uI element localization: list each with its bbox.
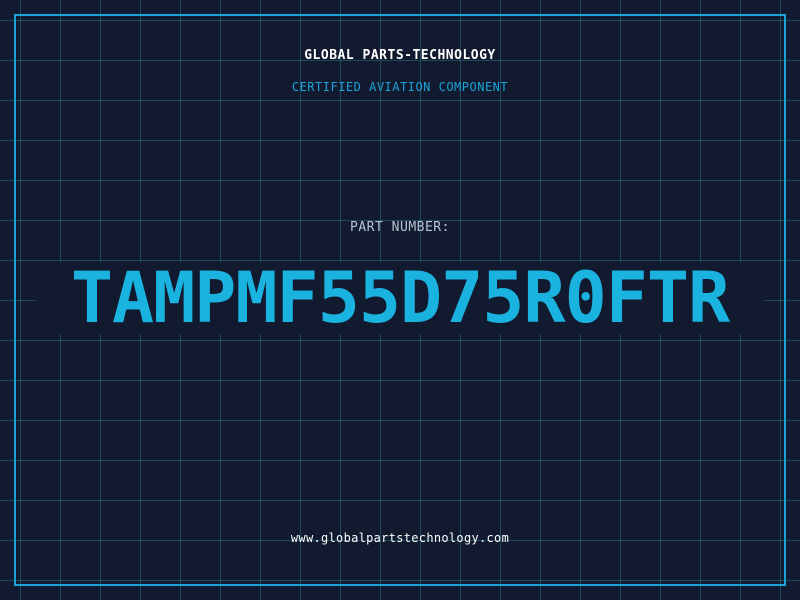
company-name: GLOBAL PARTS-TECHNOLOGY	[304, 48, 496, 63]
part-number-value: TAMPMF55D75R0FTR	[70, 257, 730, 339]
website-url: www.globalpartstechnology.com	[290, 531, 510, 545]
certification-subtitle: CERTIFIED AVIATION COMPONENT	[291, 80, 509, 94]
part-label-canvas: GLOBAL PARTS-TECHNOLOGY CERTIFIED AVIATI…	[0, 0, 800, 600]
part-number-label: PART NUMBER:	[350, 220, 450, 235]
